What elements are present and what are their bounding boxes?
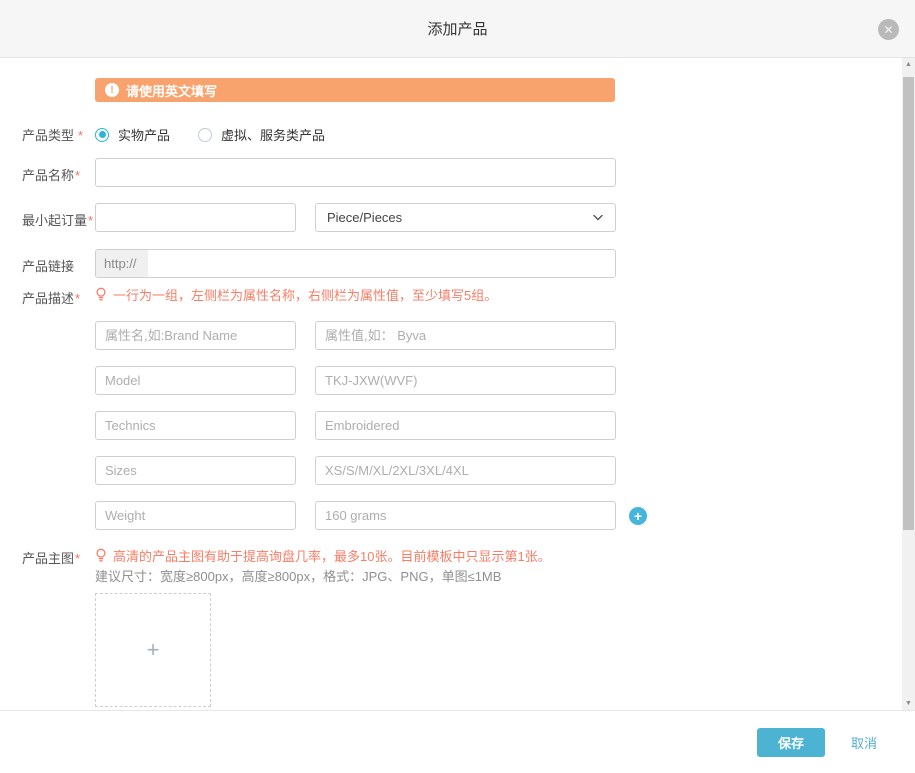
attr-value-input[interactable] [315, 366, 616, 395]
radio-virtual-label: 虚拟、服务类产品 [221, 125, 325, 144]
radio-virtual-product[interactable]: 虚拟、服务类产品 [198, 125, 325, 144]
scrollbar[interactable]: ▲ ▼ [902, 58, 915, 710]
add-attribute-button[interactable]: + [629, 507, 647, 525]
product-link-input[interactable] [148, 250, 615, 277]
attribute-row [95, 366, 647, 395]
desc-hint: 一行为一组，左侧栏为属性名称，右侧栏为属性值，至少填写5组。 [95, 287, 647, 301]
unit-select[interactable]: Piece/Pieces [315, 203, 616, 232]
modal-body: ! 请使用英文填写 产品类型* 实物产品 虚拟、服务类产品 产品名称* [0, 58, 915, 710]
image-size-hint: 建议尺寸：宽度≥800px，高度≥800px，格式：JPG、PNG，单图≤1MB [95, 566, 551, 580]
scrollbar-down-icon[interactable]: ▼ [902, 697, 915, 710]
modal-title: 添加产品 [427, 18, 487, 39]
product-image-label: 产品主图 [22, 551, 74, 566]
attr-name-input[interactable] [95, 456, 296, 485]
attr-value-input[interactable] [315, 411, 616, 440]
product-link-field: http:// [95, 249, 616, 278]
product-link-row: 产品链接 http:// [0, 249, 915, 278]
product-name-label: 产品名称 [22, 168, 74, 183]
required-mark: * [78, 128, 83, 143]
product-type-label: 产品类型 [22, 128, 74, 143]
attr-name-input[interactable] [95, 366, 296, 395]
close-button[interactable]: ✕ [878, 19, 899, 40]
product-name-row: 产品名称* [0, 158, 915, 187]
min-order-input[interactable] [95, 203, 296, 232]
add-product-modal: 添加产品 ✕ ! 请使用英文填写 产品类型* 实物产品 虚拟、服务 [0, 0, 915, 710]
attr-value-input[interactable] [315, 321, 616, 350]
product-desc-label: 产品描述 [22, 291, 74, 306]
required-mark: * [75, 551, 80, 566]
radio-physical-label: 实物产品 [118, 125, 170, 144]
radio-physical-product[interactable]: 实物产品 [95, 125, 170, 144]
radio-selected-icon [95, 128, 109, 142]
product-link-label: 产品链接 [22, 259, 74, 274]
image-hint: 高清的产品主图有助于提高询盘几率，最多10张。目前模板中只显示第1张。 [95, 548, 551, 562]
scrollbar-thumb[interactable] [903, 77, 914, 530]
close-icon: ✕ [883, 24, 893, 36]
product-image-row: 产品主图* 高清的产品主图有助于提高询盘几率，最多10张。目前模板中只显示第1张… [0, 547, 915, 707]
bulb-icon [95, 548, 107, 563]
plus-icon: + [634, 509, 642, 523]
modal-footer: 保存 取消 [0, 710, 915, 773]
product-desc-row: 产品描述* 一行为一组，左侧栏为属性名称，右侧栏为属性值，至少填写5组。 [0, 287, 915, 530]
notice-text: 请使用英文填写 [126, 81, 217, 100]
product-type-row: 产品类型 * 实物产品 虚拟、服务类产品 [0, 125, 915, 144]
attribute-row: + [95, 501, 647, 530]
bulb-icon [95, 287, 107, 302]
attr-value-input[interactable] [315, 456, 616, 485]
unit-select-value: Piece/Pieces [327, 210, 402, 225]
min-order-label: 最小起订量 [22, 213, 87, 228]
attr-name-input[interactable] [95, 411, 296, 440]
modal-header: 添加产品 ✕ [0, 0, 915, 58]
attribute-row [95, 411, 647, 440]
attr-name-input[interactable] [95, 501, 296, 530]
product-name-input[interactable] [95, 158, 616, 187]
attribute-row [95, 456, 647, 485]
upload-plus-icon: + [147, 637, 160, 663]
image-upload-box[interactable]: + [95, 593, 211, 707]
save-button[interactable]: 保存 [757, 728, 825, 757]
scrollbar-up-icon[interactable]: ▲ [902, 58, 915, 71]
cancel-button[interactable]: 取消 [851, 733, 877, 752]
required-mark: * [75, 168, 80, 183]
notice-banner: ! 请使用英文填写 [95, 78, 615, 102]
attr-value-input[interactable] [315, 501, 616, 530]
required-mark: * [75, 291, 80, 306]
min-order-row: 最小起订量* Piece/Pieces [0, 203, 915, 232]
info-icon: ! [105, 83, 119, 97]
url-prefix: http:// [96, 250, 148, 277]
radio-unselected-icon [198, 128, 212, 142]
attr-name-input[interactable] [95, 321, 296, 350]
attribute-row [95, 321, 647, 350]
notice-row: ! 请使用英文填写 [0, 78, 915, 125]
chevron-down-icon [592, 214, 604, 222]
required-mark: * [88, 213, 93, 228]
